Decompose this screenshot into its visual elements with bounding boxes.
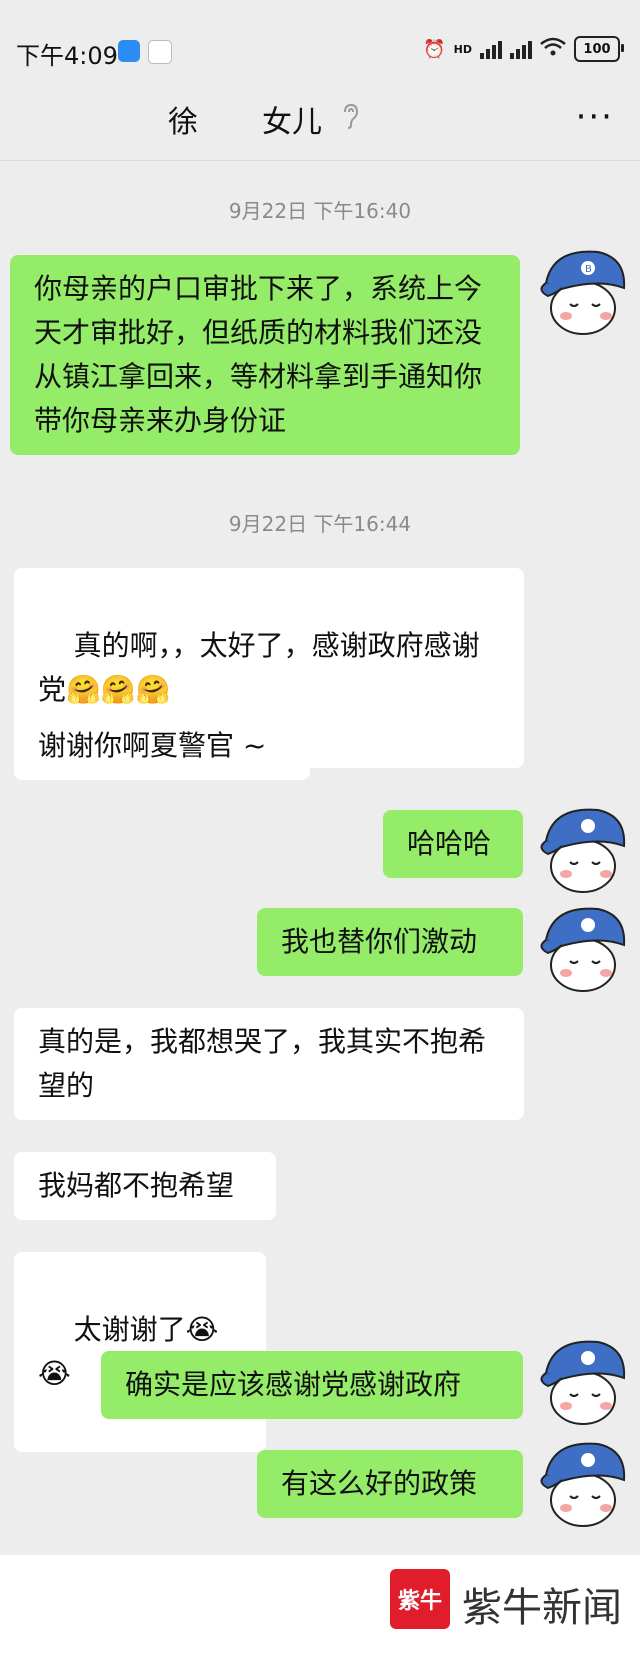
watermark-logo: 紫牛: [390, 1569, 450, 1629]
paw-icon: [148, 40, 172, 64]
chat-header: 徐 女儿 ···: [0, 95, 640, 161]
contact-name-part1: 徐: [168, 105, 198, 140]
avatar[interactable]: [528, 1430, 628, 1530]
battery-icon: 100: [574, 36, 624, 62]
status-time: 下午4:09: [16, 42, 118, 70]
message-bubble-outgoing[interactable]: 哈哈哈: [383, 810, 523, 878]
hd-label: HD: [453, 42, 472, 56]
message-bubble-outgoing[interactable]: 我也替你们激动: [257, 908, 523, 976]
avatar[interactable]: B: [528, 238, 628, 338]
message-text: 太谢谢了: [73, 1313, 186, 1346]
message-timestamp: 9月22日 下午16:44: [228, 512, 412, 536]
status-indicators: ⏰ HD 100: [423, 36, 624, 62]
svg-text:B: B: [585, 264, 592, 275]
message-bubble-incoming[interactable]: 我妈都不抱希望: [14, 1152, 276, 1220]
message-bubble-incoming[interactable]: 谢谢你啊夏警官 ~: [14, 712, 310, 780]
watermark-text: 紫牛新闻: [462, 1585, 622, 1631]
ear-icon: [342, 103, 360, 133]
message-bubble-outgoing[interactable]: 你母亲的户口审批下来了，系统上今天才审批好，但纸质的材料我们还没从镇江拿回来，等…: [10, 255, 520, 455]
contact-name-part2: 女儿: [262, 105, 322, 140]
message-bubble-incoming[interactable]: 真的是，我都想哭了，我其实不抱希望的: [14, 1008, 524, 1120]
message-bubble-outgoing[interactable]: 有这么好的政策: [257, 1450, 523, 1518]
avatar[interactable]: [528, 796, 628, 896]
message-bubble-outgoing[interactable]: 确实是应该感谢党感谢政府: [101, 1351, 523, 1419]
footer-watermark: 紫牛 紫牛新闻: [0, 1555, 640, 1655]
avatar[interactable]: [528, 1328, 628, 1428]
alarm-icon: ⏰: [423, 38, 446, 60]
more-options-icon[interactable]: ···: [576, 97, 614, 137]
signal-icon-2: [510, 39, 532, 59]
signal-icon: [480, 39, 502, 59]
wifi-icon: [540, 37, 566, 62]
message-timestamp: 9月22日 下午16:40: [228, 199, 412, 223]
avatar[interactable]: [528, 895, 628, 995]
cloud-icon: [118, 40, 140, 62]
emoji-icon: 🤗🤗🤗: [66, 673, 171, 706]
status-bar: 下午4:09 ⏰ HD 100: [0, 0, 640, 95]
